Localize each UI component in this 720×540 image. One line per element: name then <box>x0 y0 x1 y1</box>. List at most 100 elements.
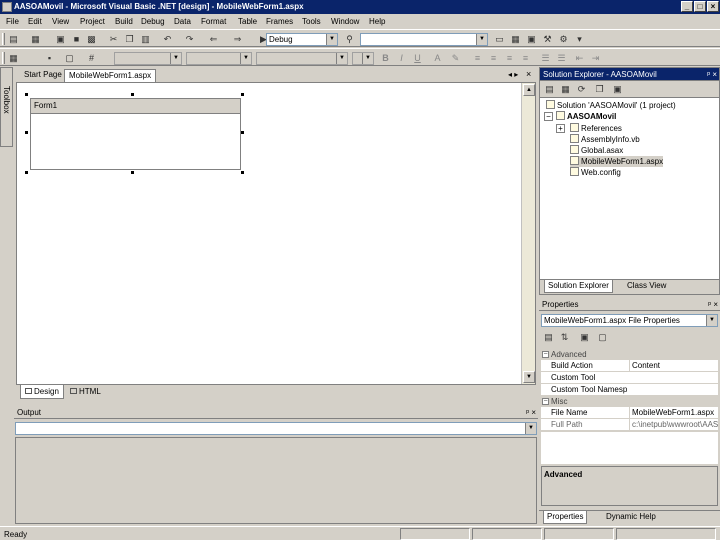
menu-frames[interactable]: Frames <box>266 16 293 27</box>
toolbar-grip[interactable] <box>2 33 5 45</box>
toolbar-grip[interactable] <box>2 52 5 64</box>
properties-window-icon[interactable]: ▦ <box>510 34 521 44</box>
indent-icon[interactable]: ⇥ <box>590 53 601 63</box>
toolbox-icon[interactable]: ▣ <box>526 34 537 44</box>
align-center-icon[interactable]: ≡ <box>488 53 499 63</box>
class-view-icon[interactable]: ⚒ <box>542 34 553 44</box>
chevron-down-icon[interactable]: ▼ <box>525 423 536 434</box>
tree-item-project[interactable]: AASOAMovil <box>556 111 616 122</box>
tab-class-view[interactable]: Class View <box>624 280 669 293</box>
menu-data[interactable]: Data <box>174 16 191 27</box>
tab-mobilewebform1[interactable]: MobileWebForm1.aspx <box>64 69 157 82</box>
tree-item-assemblyinfo[interactable]: AssemblyInfo.vb <box>570 134 640 145</box>
chevron-down-icon[interactable]: ▼ <box>170 53 181 64</box>
chevron-down-icon[interactable]: ▼ <box>362 53 373 64</box>
new-project-icon[interactable]: ▤ <box>8 34 19 44</box>
solution-explorer-title-bar[interactable]: Solution Explorer - AASOAMovil ᵖ × <box>540 68 719 81</box>
close-document-icon[interactable]: × <box>526 69 531 79</box>
scroll-down-icon[interactable]: ▼ <box>523 371 535 383</box>
outdent-icon[interactable]: ⇤ <box>574 53 585 63</box>
output-window-buttons[interactable]: ᵖ × <box>526 406 536 419</box>
copy-icon[interactable]: ❐ <box>124 34 135 44</box>
chevron-down-icon[interactable]: ▼ <box>240 53 251 64</box>
scroll-up-icon[interactable]: ▲ <box>523 84 535 96</box>
property-category-misc[interactable]: − Misc <box>541 396 718 407</box>
properties-window-buttons[interactable]: ᵖ × <box>708 298 718 311</box>
expand-icon[interactable]: + <box>556 124 565 133</box>
categorized-icon[interactable]: ▤ <box>543 332 554 342</box>
design-vertical-scrollbar[interactable]: ▲ ▼ <box>521 83 535 384</box>
property-row[interactable]: Build Action Content <box>541 360 718 372</box>
properties-icon[interactable]: ▣ <box>579 332 590 342</box>
output-title-bar[interactable]: Output ᵖ × <box>14 406 538 419</box>
properties-object-select[interactable]: MobileWebForm1.aspx File Properties ▼ <box>541 314 718 327</box>
tab-start-page[interactable]: Start Page <box>20 69 66 82</box>
navigate-forward-icon[interactable]: ⇒ <box>232 34 243 44</box>
design-surface[interactable]: Form1 ▲ ▼ <box>16 82 536 385</box>
redo-icon[interactable]: ↷ <box>184 34 195 44</box>
property-value[interactable]: MobileWebForm1.aspx <box>629 407 718 418</box>
tab-dynamic-help[interactable]: Dynamic Help <box>603 511 659 524</box>
view-designer-icon[interactable]: ▦ <box>560 84 571 94</box>
find-combo[interactable]: ▼ <box>360 33 488 46</box>
chevron-down-icon[interactable]: ▼ <box>706 315 717 326</box>
find-in-files-icon[interactable]: ⚲ <box>344 34 355 44</box>
display-grid-icon[interactable]: ▦ <box>8 53 19 63</box>
tree-item-mobilewebform1[interactable]: MobileWebForm1.aspx <box>570 156 664 167</box>
refresh-icon[interactable]: ⟳ <box>576 84 587 94</box>
table-icon[interactable]: # <box>86 53 97 63</box>
save-icon[interactable]: ■ <box>71 34 82 44</box>
selection-handle[interactable] <box>241 171 244 174</box>
selection-handle[interactable] <box>25 131 28 134</box>
maximize-button[interactable]: □ <box>694 1 706 12</box>
menu-window[interactable]: Window <box>331 16 359 27</box>
menu-view[interactable]: View <box>52 16 69 27</box>
font-select[interactable]: ▼ <box>256 52 348 65</box>
toolbar-options-icon[interactable]: ▾ <box>574 34 585 44</box>
toolbox-tab[interactable]: Toolbox <box>0 67 13 147</box>
menu-edit[interactable]: Edit <box>28 16 42 27</box>
output-text-area[interactable] <box>15 437 537 524</box>
align-right-icon[interactable]: ≡ <box>504 53 515 63</box>
solution-explorer-window-buttons[interactable]: ᵖ × <box>707 68 717 81</box>
tree-item-web-config[interactable]: Web.config <box>570 167 621 178</box>
menu-tools[interactable]: Tools <box>302 16 321 27</box>
view-code-icon[interactable]: ▤ <box>544 84 555 94</box>
configuration-select[interactable]: Debug ▼ <box>266 33 338 46</box>
tab-design[interactable]: Design <box>20 385 64 399</box>
borders-icon[interactable]: ▢ <box>64 53 75 63</box>
menu-help[interactable]: Help <box>369 16 385 27</box>
chevron-down-icon[interactable]: ▼ <box>476 34 487 45</box>
font-color-icon[interactable]: A <box>432 53 443 63</box>
other-windows-icon[interactable]: ⚙ <box>558 34 569 44</box>
font-size-select[interactable]: ▼ <box>352 52 374 65</box>
form-header[interactable]: Form1 <box>31 99 240 114</box>
navigate-icon[interactable]: ⇐ <box>208 34 219 44</box>
tab-properties[interactable]: Properties <box>543 511 588 524</box>
menu-debug[interactable]: Debug <box>141 16 165 27</box>
close-button[interactable]: × <box>707 1 719 12</box>
show-all-files-icon[interactable]: ❐ <box>594 84 605 94</box>
add-item-icon[interactable]: ▦ <box>30 34 41 44</box>
tree-item-solution[interactable]: Solution 'AASOAMovil' (1 project) <box>546 100 676 111</box>
output-pane-select[interactable]: ▼ <box>15 422 537 435</box>
menu-build[interactable]: Build <box>115 16 133 27</box>
tab-html[interactable]: HTML <box>66 385 105 399</box>
paste-icon[interactable]: ▥ <box>140 34 151 44</box>
mobile-form-control[interactable]: Form1 <box>30 98 241 170</box>
collapse-icon[interactable]: − <box>542 398 549 405</box>
scroll-tabs-icon[interactable]: ◂ ▸ <box>508 70 518 79</box>
menu-file[interactable]: File <box>6 16 19 27</box>
minimize-button[interactable]: _ <box>681 1 693 12</box>
block-format-select[interactable]: ▼ <box>114 52 182 65</box>
menu-project[interactable]: Project <box>80 16 105 27</box>
menu-table[interactable]: Table <box>238 16 257 27</box>
undo-icon[interactable]: ↶ <box>162 34 173 44</box>
align-left-icon[interactable]: ≡ <box>472 53 483 63</box>
property-row[interactable]: Custom Tool Namespace <box>541 384 718 396</box>
tree-item-global-asax[interactable]: Global.asax <box>570 145 623 156</box>
save-all-icon[interactable]: ▩ <box>86 34 97 44</box>
collapse-icon[interactable]: − <box>542 351 549 358</box>
tree-item-references[interactable]: References <box>570 123 622 134</box>
numbered-list-icon[interactable]: ☰ <box>540 53 551 63</box>
